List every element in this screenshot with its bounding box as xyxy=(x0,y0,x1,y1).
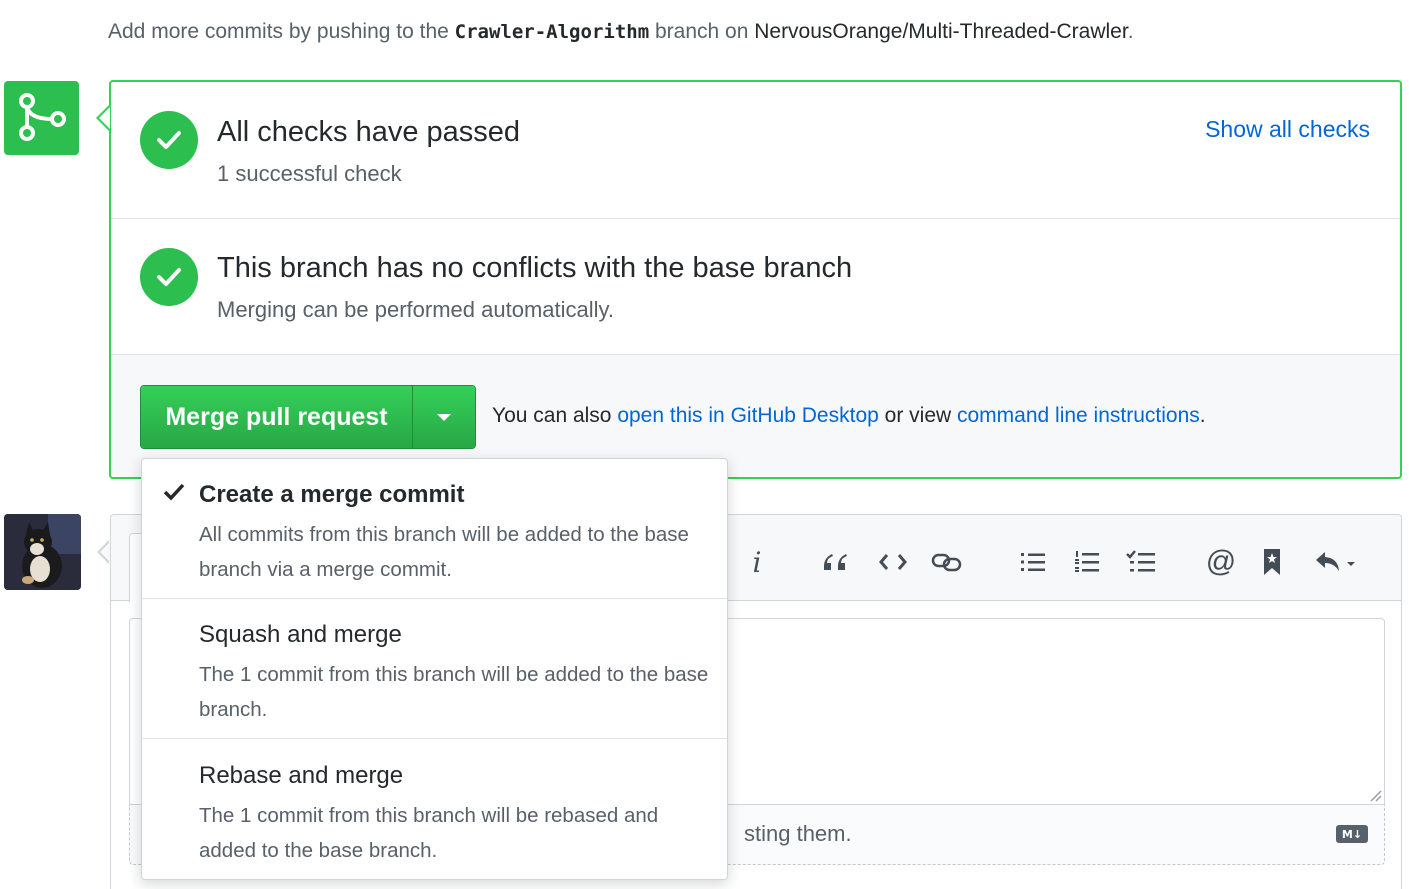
show-all-checks-link[interactable]: Show all checks xyxy=(1205,116,1370,143)
merge-status-box: All checks have passed 1 successful chec… xyxy=(109,80,1402,479)
merge-method-menu: Create a merge commit All commits from t… xyxy=(141,458,728,880)
italic-icon[interactable]: i xyxy=(747,545,767,579)
merge-alternatives-text: You can also open this in GitHub Desktop… xyxy=(492,404,1206,428)
merge-pull-request-button[interactable]: Merge pull request xyxy=(141,386,413,448)
numbered-list-icon[interactable] xyxy=(1071,545,1103,579)
box-pointer-inner xyxy=(99,107,110,129)
link-icon[interactable] xyxy=(929,545,965,579)
merge-option-squash-and-merge[interactable]: Squash and merge The 1 commit from this … xyxy=(142,599,727,739)
check-success-icon xyxy=(140,111,198,169)
merge-button-group: Merge pull request xyxy=(140,385,476,449)
mention-icon[interactable]: @ xyxy=(1203,545,1239,579)
quote-icon[interactable] xyxy=(817,545,853,579)
comment-pointer-inner xyxy=(100,542,110,562)
also-prefix: You can also xyxy=(492,404,618,427)
markdown-icon[interactable]: M↓ xyxy=(1336,825,1368,843)
check-success-icon xyxy=(140,248,198,306)
conflicts-subtitle: Merging can be performed automatically. xyxy=(217,297,615,322)
merge-option-description: The 1 commit from this branch will be ad… xyxy=(199,663,709,721)
checks-title: All checks have passed xyxy=(217,116,521,148)
command-line-instructions-link[interactable]: command line instructions xyxy=(957,404,1200,427)
conflicts-title: This branch has no conflicts with the ba… xyxy=(217,252,853,284)
bulleted-list-icon[interactable] xyxy=(1017,545,1049,579)
merge-option-title: Squash and merge xyxy=(199,621,402,648)
reply-icon[interactable] xyxy=(1311,545,1361,579)
task-list-icon[interactable] xyxy=(1123,545,1159,579)
resize-handle-icon[interactable] xyxy=(1368,788,1382,802)
merge-option-description: The 1 commit from this branch will be re… xyxy=(199,804,659,862)
merge-option-create-merge-commit[interactable]: Create a merge commit All commits from t… xyxy=(142,459,727,599)
hint-suffix: . xyxy=(1127,20,1134,43)
checks-subtitle: 1 successful check xyxy=(217,161,402,186)
merge-option-title: Create a merge commit xyxy=(199,481,465,508)
avatar[interactable] xyxy=(4,514,81,590)
chevron-down-icon xyxy=(437,413,451,421)
conflicts-section: This branch has no conflicts with the ba… xyxy=(111,219,1400,355)
open-in-desktop-link[interactable]: open this in GitHub Desktop xyxy=(617,404,878,427)
hint-prefix: Add more commits by pushing to the xyxy=(108,20,455,43)
check-icon xyxy=(163,483,185,501)
merge-method-dropdown-toggle[interactable] xyxy=(413,386,475,448)
hint-middle: branch on xyxy=(649,20,755,43)
bookmark-icon[interactable] xyxy=(1257,545,1287,579)
code-icon[interactable] xyxy=(875,545,911,579)
also-suffix: . xyxy=(1199,404,1206,427)
merge-option-description: All commits from this branch will be add… xyxy=(199,523,689,581)
checks-section: All checks have passed 1 successful chec… xyxy=(111,82,1400,219)
also-middle: or view xyxy=(878,404,957,427)
push-hint: Add more commits by pushing to the Crawl… xyxy=(108,20,1134,44)
attach-files-text: sting them. xyxy=(744,821,852,846)
branch-name: Crawler-Algorithm xyxy=(454,21,650,43)
git-merge-icon xyxy=(4,81,79,155)
repo-name: NervousOrange/Multi-Threaded-Crawler xyxy=(754,20,1128,43)
merge-option-rebase-and-merge[interactable]: Rebase and merge The 1 commit from this … xyxy=(142,740,727,880)
merge-option-title: Rebase and merge xyxy=(199,762,404,789)
